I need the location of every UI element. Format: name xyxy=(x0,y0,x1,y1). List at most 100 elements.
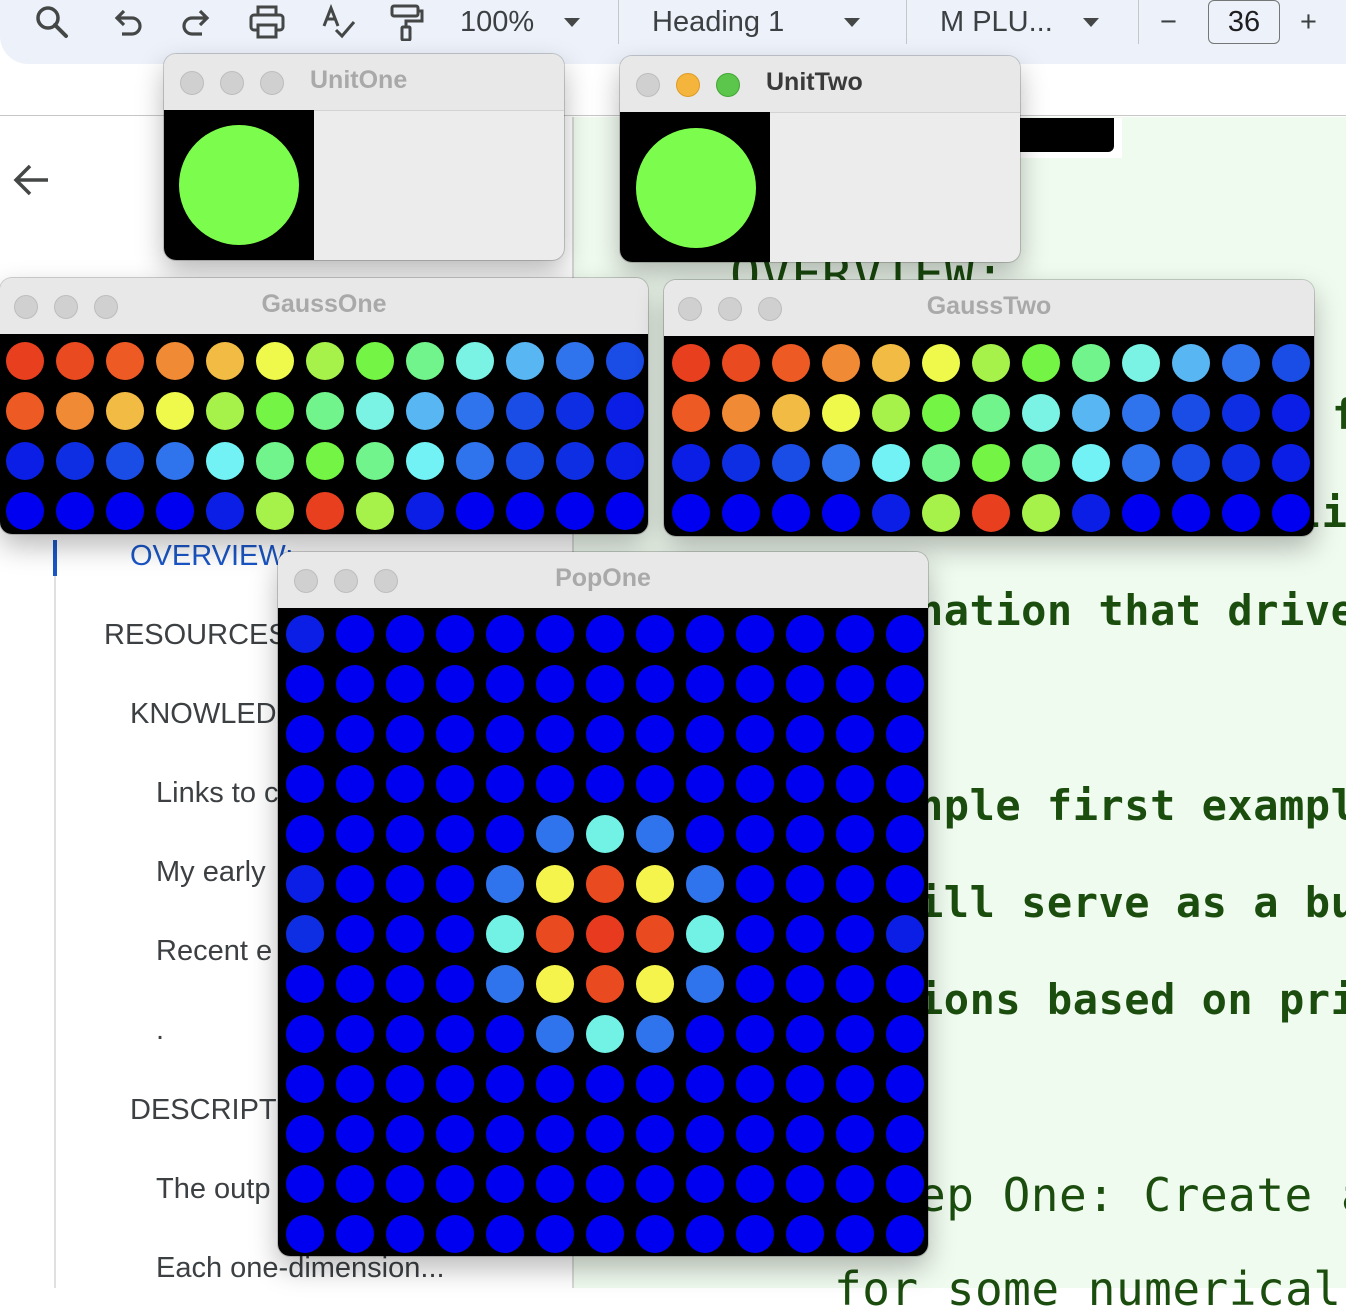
style-value: Heading 1 xyxy=(652,5,785,38)
window-titlebar[interactable]: UnitTwo xyxy=(620,56,1020,113)
window-titlebar[interactable]: GaussTwo xyxy=(664,280,1314,337)
grid-dot xyxy=(506,442,544,480)
grid-dot xyxy=(886,815,924,853)
outline-item-overview[interactable]: OVERVIEW: xyxy=(130,540,293,573)
grid-dot xyxy=(636,665,674,703)
outline-item-my-early[interactable]: My early xyxy=(156,856,266,889)
grid-dot xyxy=(436,1115,474,1153)
grid-dot xyxy=(736,1015,774,1053)
window-titlebar[interactable]: UnitOne xyxy=(164,54,564,111)
doc-text-line: for some numerical t xyxy=(834,1262,1346,1316)
grid-dot xyxy=(1272,444,1310,482)
grid-dot xyxy=(786,1115,824,1153)
grid-dot xyxy=(286,865,324,903)
paint-format-button[interactable] xyxy=(388,4,424,41)
window-titlebar[interactable]: PopOne xyxy=(278,552,928,609)
toolbar-divider xyxy=(1138,0,1139,44)
grid-dot xyxy=(872,494,910,532)
window-gauss-one[interactable]: GaussOne xyxy=(0,278,648,534)
grid-dot xyxy=(456,342,494,380)
close-window-button[interactable] xyxy=(180,71,204,95)
grid-dot xyxy=(386,1215,424,1253)
window-titlebar[interactable]: GaussOne xyxy=(0,278,648,335)
outline-item-dot[interactable]: . xyxy=(156,1014,164,1047)
grid-dot xyxy=(786,1015,824,1053)
grid-dot xyxy=(886,765,924,803)
grid-dot xyxy=(886,1015,924,1053)
embedded-image[interactable] xyxy=(1018,118,1122,158)
grid-dot xyxy=(536,665,574,703)
close-outline-button[interactable] xyxy=(12,160,52,205)
spelling-check-button[interactable] xyxy=(320,4,356,40)
minimize-window-button[interactable] xyxy=(220,71,244,95)
grid-dot xyxy=(872,394,910,432)
redo-button[interactable] xyxy=(178,4,214,40)
outline-item-resources[interactable]: RESOURCES xyxy=(104,619,288,652)
decrease-font-size-button[interactable]: − xyxy=(1160,4,1177,40)
grid-dot xyxy=(336,1115,374,1153)
grid-dot xyxy=(1222,344,1260,382)
gauss-two-canvas xyxy=(664,336,1314,536)
grid-dot xyxy=(672,444,710,482)
increase-font-size-button[interactable]: + xyxy=(1300,4,1317,40)
outline-item-knowledge[interactable]: KNOWLED xyxy=(130,698,277,731)
grid-dot xyxy=(286,1165,324,1203)
grid-dot xyxy=(336,615,374,653)
window-unit-two[interactable]: UnitTwo xyxy=(620,56,1020,262)
grid-dot xyxy=(386,1165,424,1203)
search-menus-button[interactable] xyxy=(34,4,70,40)
zoom-select[interactable]: 100% xyxy=(460,4,581,40)
font-size-value: 36 xyxy=(1227,5,1261,38)
grid-dot xyxy=(436,965,474,1003)
grid-dot xyxy=(256,442,294,480)
minimize-window-button[interactable] xyxy=(676,73,700,97)
zoom-window-button[interactable] xyxy=(716,73,740,97)
outline-item-description[interactable]: DESCRIPTI xyxy=(130,1094,285,1127)
zoom-window-button[interactable] xyxy=(260,71,284,95)
grid-dot xyxy=(886,1065,924,1103)
close-window-button[interactable] xyxy=(636,73,660,97)
grid-dot xyxy=(336,1165,374,1203)
grid-dot xyxy=(406,492,444,530)
outline-item-recent[interactable]: Recent e xyxy=(156,935,272,968)
grid-dot xyxy=(686,1165,724,1203)
grid-dot xyxy=(6,392,44,430)
grid-dot xyxy=(1222,444,1260,482)
unit-canvas xyxy=(620,112,770,262)
grid-dot xyxy=(686,765,724,803)
grid-dot xyxy=(386,715,424,753)
outline-active-marker xyxy=(53,540,57,576)
grid-dot xyxy=(436,1015,474,1053)
outline-item-each-one-dimension[interactable]: Each one-dimension... xyxy=(156,1252,445,1285)
grid-dot xyxy=(536,765,574,803)
styles-select[interactable]: Heading 1 xyxy=(652,4,861,40)
grid-dot xyxy=(772,344,810,382)
window-pop-one[interactable]: PopOne xyxy=(278,552,928,1256)
grid-dot xyxy=(722,494,760,532)
pop-one-grid xyxy=(286,615,924,1253)
window-gauss-two[interactable]: GaussTwo xyxy=(664,280,1314,536)
outline-rail xyxy=(54,540,56,1288)
window-title: UnitTwo xyxy=(766,68,863,96)
grid-dot xyxy=(886,1115,924,1153)
grid-dot xyxy=(506,342,544,380)
gauss-one-canvas xyxy=(0,334,648,534)
print-button[interactable] xyxy=(248,4,286,40)
outline-item-links[interactable]: Links to c xyxy=(156,777,279,810)
window-unit-one[interactable]: UnitOne xyxy=(164,54,564,260)
grid-dot xyxy=(586,615,624,653)
grid-dot xyxy=(336,1015,374,1053)
grid-dot xyxy=(486,1215,524,1253)
outline-item-the-output[interactable]: The outp xyxy=(156,1173,270,1206)
grid-dot xyxy=(786,715,824,753)
font-select[interactable]: M PLU... xyxy=(940,4,1099,40)
font-size-input[interactable]: 36 xyxy=(1208,0,1280,44)
chevron-down-icon xyxy=(1082,17,1099,27)
grid-dot xyxy=(256,392,294,430)
grid-dot xyxy=(536,1015,574,1053)
grid-dot xyxy=(1122,394,1160,432)
grid-dot xyxy=(636,1165,674,1203)
undo-button[interactable] xyxy=(110,4,146,40)
grid-dot xyxy=(736,1165,774,1203)
grid-dot xyxy=(286,815,324,853)
